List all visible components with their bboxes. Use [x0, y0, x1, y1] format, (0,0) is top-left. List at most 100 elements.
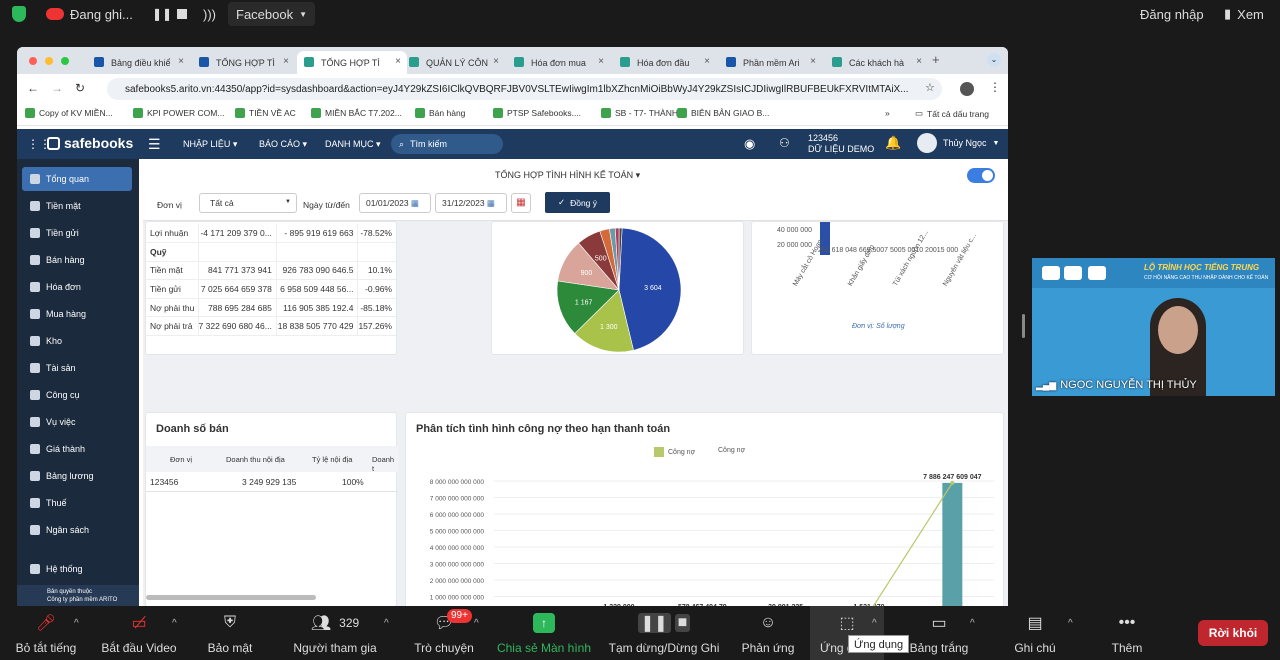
sidebar-item-6[interactable]: Kho: [22, 329, 132, 353]
participants-button[interactable]: 👥︎ 329 Người tham gia: [288, 606, 382, 660]
line-point[interactable]: [950, 480, 955, 485]
view-button[interactable]: ▮ Xem: [1224, 6, 1264, 22]
browser-tab[interactable]: Hóa đơn đầu ×: [613, 51, 716, 74]
participant-video[interactable]: LỘ TRÌNH HỌC TIẾNG TRUNG CƠ HỘI NÂNG CAO…: [1032, 258, 1275, 396]
menu-nhap-lieu[interactable]: NHẬP LIỆU ▾: [183, 139, 237, 150]
reload-icon[interactable]: ↻: [75, 81, 85, 95]
start-video-button[interactable]: ▭̸ Bắt đầu Video: [96, 606, 182, 660]
bookmark-star-icon[interactable]: ☆: [925, 81, 935, 94]
profile-avatar[interactable]: [960, 82, 974, 96]
menu-bao-cao[interactable]: BÁO CÁO ▾: [259, 139, 307, 150]
bookmark-item[interactable]: KPI POWER COM...: [133, 108, 224, 118]
close-tab-icon[interactable]: ×: [916, 56, 922, 67]
reactions-button[interactable]: ☺ Phản ứng: [738, 606, 798, 660]
table-row[interactable]: Quỹ: [146, 242, 396, 262]
bookmark-item[interactable]: Bán hàng: [415, 108, 465, 118]
bookmark-item[interactable]: PTSP Safebooks....: [493, 108, 581, 118]
sidebar-item-9[interactable]: Vụ việc: [22, 410, 132, 434]
table-row[interactable]: Nợ phải trả 7 322 690 680 46... 18 838 505…: [146, 316, 396, 336]
mute-button[interactable]: 🎤︎ Bỏ tắt tiếng: [8, 606, 84, 660]
messenger-icon[interactable]: ◉: [744, 136, 755, 152]
sidebar-item-4[interactable]: Hóa đơn: [22, 275, 132, 299]
bookmark-item[interactable]: MIỀN BẮC T7.202...: [311, 108, 402, 118]
close-tab-icon[interactable]: ×: [178, 56, 184, 67]
browser-menu-icon[interactable]: ⋮: [989, 80, 1001, 94]
close-tab-icon[interactable]: ×: [810, 56, 816, 67]
sidebar-item-0[interactable]: Tổng quan: [22, 167, 132, 191]
sidebar-item-12[interactable]: Thuế: [22, 491, 132, 515]
close-tab-icon[interactable]: ×: [598, 56, 604, 67]
sidebar-item-13[interactable]: Ngân sách: [22, 518, 132, 542]
app-menu[interactable]: Facebook ▼: [228, 2, 316, 26]
pause-recording-icon[interactable]: ❚❚: [152, 7, 172, 21]
browser-tab[interactable]: Hóa đơn mua ×: [507, 51, 610, 74]
bookmark-item[interactable]: SB - T7- THÀNH: [601, 108, 678, 118]
maximize-window-icon[interactable]: [61, 57, 69, 65]
more-button[interactable]: ••• Thêm: [1100, 606, 1154, 660]
forward-icon[interactable]: →: [51, 81, 63, 95]
all-bookmarks[interactable]: ▭ Tất cả dấu trang: [915, 108, 989, 119]
pause-stop-recording-button[interactable]: ❚❚ ■ Tạm dừng/Dừng Ghi: [604, 606, 724, 660]
toggle-switch[interactable]: [967, 168, 995, 183]
sidebar-item-7[interactable]: Tài sản: [22, 356, 132, 380]
notification-bell-icon[interactable]: 🔔: [885, 135, 901, 151]
panel-resize-handle[interactable]: [1022, 314, 1025, 338]
browser-tab[interactable]: TỔNG HỢP TÌ ×: [297, 51, 407, 74]
table-row[interactable]: Tiền mặt 841 771 373 941 926 783 090 646.5…: [146, 261, 396, 280]
sidebar-item-3[interactable]: Bán hàng: [22, 248, 132, 272]
date-from-input[interactable]: 01/01/2023 ▦: [359, 193, 431, 213]
close-window-icon[interactable]: [29, 57, 37, 65]
apply-button[interactable]: ✓ Đồng ý: [545, 192, 610, 213]
browser-tab[interactable]: Các khách hà ×: [825, 51, 928, 74]
sidebar-item-1[interactable]: Tiền mặt: [22, 194, 132, 218]
menu-danh-muc[interactable]: DANH MỤC ▾: [325, 139, 381, 150]
stop-recording-icon[interactable]: [177, 9, 187, 19]
sidebar-item-2[interactable]: Tiền gửi: [22, 221, 132, 245]
close-tab-icon[interactable]: ×: [395, 56, 401, 67]
back-icon[interactable]: ←: [27, 81, 39, 95]
horizontal-scrollbar[interactable]: [146, 595, 316, 600]
bookmark-item[interactable]: Copy of KV MIỀN...: [25, 108, 113, 118]
chevron-up-icon[interactable]: ^: [1068, 618, 1073, 629]
sidebar-item-10[interactable]: Giá thành: [22, 437, 132, 461]
browser-tab[interactable]: Phần mềm Ari ×: [719, 51, 822, 74]
chevron-up-icon[interactable]: ^: [384, 618, 389, 629]
bookmark-item[interactable]: TIỀN VỀ AC: [235, 108, 296, 118]
org-info[interactable]: 123456 DỮ LIỆU DEMO: [808, 133, 874, 155]
chevron-up-icon[interactable]: ^: [74, 618, 79, 629]
dashboard-title-dropdown[interactable]: TỔNG HỢP TÌNH HÌNH KẾ TOÁN ▾: [495, 170, 640, 181]
sidebar-item-5[interactable]: Mua hàng: [22, 302, 132, 326]
whiteboard-button[interactable]: ▭ Bảng trắng: [904, 606, 974, 660]
hamburger-menu-icon[interactable]: ☰: [148, 136, 161, 153]
debt-bar[interactable]: [942, 482, 963, 607]
date-to-input[interactable]: 31/12/2023 ▦: [435, 193, 507, 213]
table-row[interactable]: Nợ phải thu 788 695 284 685 116 905 385 19…: [146, 298, 396, 317]
browser-tab[interactable]: QUẢN LÝ CÔN ×: [402, 51, 505, 74]
share-screen-button[interactable]: ↑ Chia sẻ Màn hình: [494, 606, 594, 660]
unit-select[interactable]: Tất cả ▼: [199, 193, 297, 213]
app-logo[interactable]: safebooks: [47, 135, 133, 151]
chevron-up-icon[interactable]: ^: [172, 618, 177, 629]
browser-tab[interactable]: Bảng điều khiể ×: [87, 51, 190, 74]
new-tab-icon[interactable]: +: [932, 52, 940, 67]
chevron-up-icon[interactable]: ^: [872, 618, 877, 629]
minimize-window-icon[interactable]: [45, 57, 53, 65]
signin-link[interactable]: Đăng nhập: [1140, 7, 1204, 22]
url-input[interactable]: safebooks5.arito.vn:44350/app?id=sysdash…: [107, 78, 942, 100]
browser-tab[interactable]: TỔNG HỢP TÌ ×: [192, 51, 295, 74]
bookmark-item[interactable]: BIÊN BẢN GIAO B...: [677, 108, 769, 118]
table-row[interactable]: Tiền gửi 7 025 664 659 378 6 958 509 448 5…: [146, 279, 396, 299]
calendar-picker-icon[interactable]: ▦: [511, 193, 531, 213]
table-row[interactable]: 123456 3 249 929 135 100%: [146, 472, 398, 492]
user-menu[interactable]: Thủy Ngọc ▼: [917, 133, 999, 153]
leave-button[interactable]: Rời khỏi: [1198, 620, 1268, 646]
tab-search-icon[interactable]: ⌄: [987, 53, 1001, 67]
close-tab-icon[interactable]: ×: [493, 56, 499, 67]
table-row[interactable]: Lợi nhuận -4 171 209 379 0... - 895 919 61…: [146, 224, 396, 243]
security-button[interactable]: ⛨ Bảo mật: [200, 606, 260, 660]
org-switch-icon[interactable]: ⚇: [779, 136, 790, 150]
recording-indicator[interactable]: Đang ghi...: [46, 7, 133, 22]
chevron-up-icon[interactable]: ^: [970, 618, 975, 629]
sidebar-item-11[interactable]: Bảng lương: [22, 464, 132, 488]
notes-button[interactable]: ▤ Ghi chú: [1006, 606, 1064, 660]
